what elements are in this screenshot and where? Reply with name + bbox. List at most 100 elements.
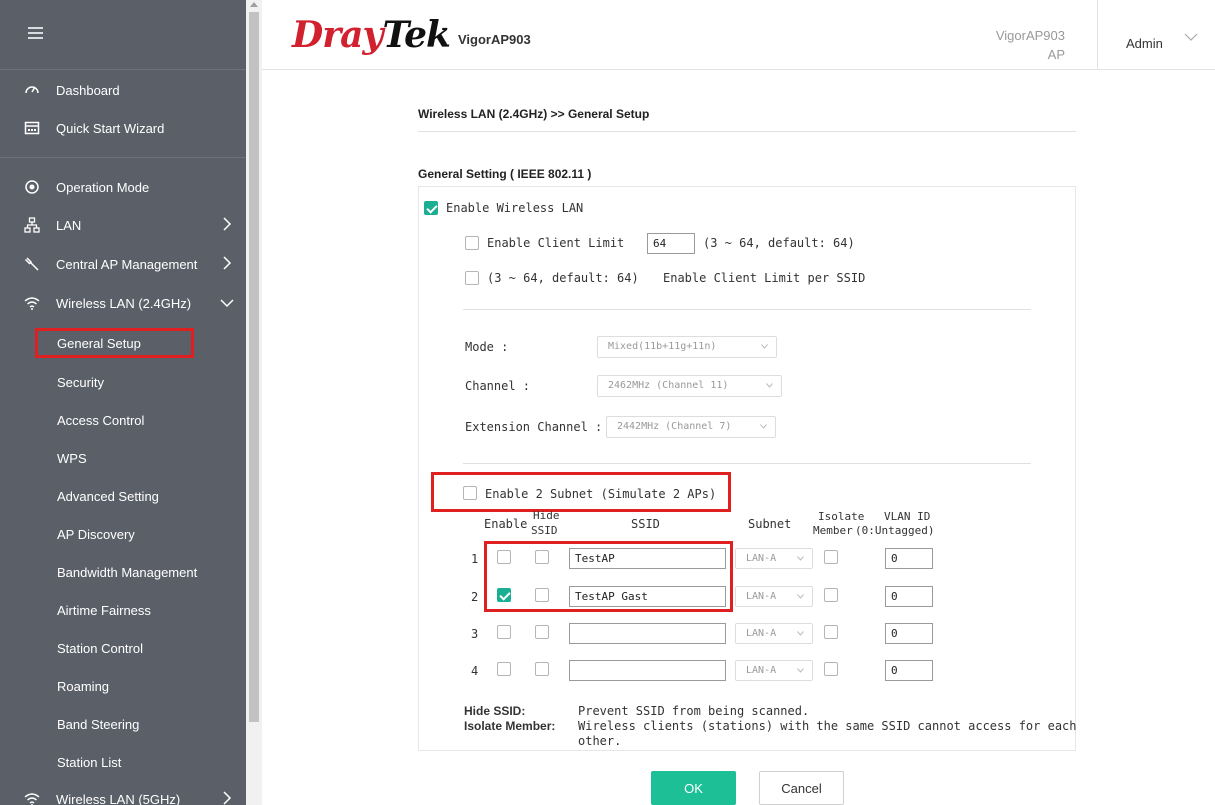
scroll-up-arrow-icon[interactable]: [250, 2, 258, 7]
chevron-down-icon: [797, 594, 804, 599]
row-vlan-input[interactable]: 0: [885, 623, 933, 644]
sidebar: Dashboard Quick Start Wizard Operation M…: [0, 0, 246, 805]
row-number: 1: [471, 552, 479, 566]
cancel-button[interactable]: Cancel: [759, 771, 844, 805]
chevron-down-icon: [220, 299, 234, 308]
sidebar-item-label: Operation Mode: [56, 179, 150, 195]
chevron-right-icon: [223, 217, 232, 231]
sidebar-item-label: Wireless LAN (5GHz): [56, 791, 181, 805]
highlight-ssid-rows: [484, 541, 733, 612]
sidebar-item-label: Wireless LAN (2.4GHz): [56, 295, 192, 311]
user-menu[interactable]: Admin: [1126, 36, 1163, 51]
sidebar-item-operation-mode[interactable]: Operation Mode: [0, 172, 246, 202]
sidebar-sub-airtime-fairness[interactable]: Airtime Fairness: [57, 598, 151, 622]
ok-button[interactable]: OK: [651, 771, 736, 805]
row-subnet-select[interactable]: LAN-A: [735, 548, 813, 569]
enable-client-limit-label: Enable Client Limit: [487, 236, 625, 250]
gauge-icon: [24, 82, 40, 98]
col-ssid-header: SSID: [631, 517, 660, 531]
highlight-general-setup: [35, 328, 194, 358]
row-ssid-input[interactable]: [569, 660, 726, 681]
sidebar-sub-roaming[interactable]: Roaming: [57, 674, 109, 698]
chevron-right-icon: [223, 256, 232, 270]
sidebar-item-central-ap-management[interactable]: Central AP Management: [0, 249, 246, 279]
sidebar-item-label: Central AP Management: [56, 256, 198, 272]
enable-client-limit-checkbox[interactable]: [465, 236, 479, 250]
chevron-down-icon: [761, 344, 768, 349]
row-enable-checkbox[interactable]: [497, 662, 511, 676]
col-vlan-header-line1: VLAN ID: [884, 510, 931, 523]
row-isolate-checkbox[interactable]: [824, 662, 838, 676]
note-isolate-text-line2: other.: [578, 734, 622, 748]
chevron-right-icon: [223, 791, 232, 805]
sidebar-sub-advanced-setting[interactable]: Advanced Setting: [57, 484, 159, 508]
channel-select[interactable]: 2462MHz (Channel 11): [597, 375, 782, 397]
row-isolate-checkbox[interactable]: [824, 550, 838, 564]
hamburger-icon[interactable]: [28, 27, 43, 40]
section-title: General Setting ( IEEE 802.11 ): [418, 167, 592, 181]
sidebar-item-wireless-lan-5[interactable]: Wireless LAN (5GHz): [0, 784, 246, 805]
per-ssid-label: Enable Client Limit per SSID: [663, 271, 866, 285]
extension-channel-select[interactable]: 2442MHz (Channel 7): [606, 416, 776, 438]
note-isolate-label: Isolate Member:: [464, 719, 556, 733]
row-vlan-input[interactable]: 0: [885, 548, 933, 569]
highlight-enable-2-subnet: [431, 472, 731, 512]
model-title: VigorAP903: [458, 32, 531, 47]
col-isolate-header-line1: Isolate: [818, 510, 865, 523]
row-isolate-checkbox[interactable]: [824, 588, 838, 602]
chevron-down-icon[interactable]: [1184, 32, 1198, 42]
row-subnet-select[interactable]: LAN-A: [735, 623, 813, 644]
divider: [463, 309, 1031, 310]
chevron-down-icon: [766, 383, 773, 388]
sidebar-item-label: LAN: [56, 217, 82, 233]
note-hide-ssid-label: Hide SSID:: [464, 704, 526, 718]
sidebar-scroll-thumb[interactable]: [249, 12, 259, 722]
divider: [463, 463, 1031, 464]
row-hide-ssid-checkbox[interactable]: [535, 662, 549, 676]
sidebar-sub-wps[interactable]: WPS: [57, 446, 87, 470]
chevron-down-icon: [797, 668, 804, 673]
mode-label: Mode :: [465, 340, 509, 354]
sidebar-item-label: Dashboard: [56, 82, 120, 98]
sidebar-sub-station-list[interactable]: Station List: [57, 750, 121, 774]
sidebar-sub-ap-discovery[interactable]: AP Discovery: [57, 522, 135, 546]
row-vlan-input[interactable]: 0: [885, 660, 933, 681]
wifi-icon: [24, 295, 40, 311]
sidebar-item-wireless-lan-24[interactable]: Wireless LAN (2.4GHz): [0, 288, 246, 318]
sidebar-divider: [0, 157, 246, 158]
row-subnet-select[interactable]: LAN-A: [735, 586, 813, 607]
sidebar-sub-access-control[interactable]: Access Control: [57, 408, 144, 432]
wizard-icon: [24, 120, 40, 136]
row-ssid-input[interactable]: [569, 623, 726, 644]
col-hide-ssid-header-line1: Hide: [533, 509, 560, 522]
channel-label: Channel :: [465, 379, 531, 393]
client-limit-per-ssid-checkbox[interactable]: [465, 271, 479, 285]
sidebar-item-dashboard[interactable]: Dashboard: [0, 75, 246, 105]
col-isolate-header-line2: Member: [813, 524, 853, 537]
mode-select[interactable]: Mixed(11b+11g+11n): [597, 336, 777, 358]
enable-wireless-lan-checkbox[interactable]: [424, 201, 438, 215]
row-number: 3: [471, 627, 479, 641]
client-limit-hint: (3 ~ 64, default: 64): [703, 236, 855, 250]
chevron-down-icon: [797, 556, 804, 561]
sidebar-sub-station-control[interactable]: Station Control: [57, 636, 143, 660]
row-isolate-checkbox[interactable]: [824, 625, 838, 639]
sidebar-sub-security[interactable]: Security: [57, 370, 104, 394]
enable-wireless-lan-label: Enable Wireless LAN: [446, 201, 584, 215]
top-header: DrayTek VigorAP903 VigorAP903 AP Admin: [262, 0, 1215, 70]
note-isolate-text-line1: Wireless clients (stations) with the sam…: [578, 719, 1077, 733]
network-icon: [24, 217, 40, 233]
row-subnet-select[interactable]: LAN-A: [735, 660, 813, 681]
sidebar-item-lan[interactable]: LAN: [0, 210, 246, 240]
per-ssid-hint: (3 ~ 64, default: 64): [487, 271, 639, 285]
row-hide-ssid-checkbox[interactable]: [535, 625, 549, 639]
col-vlan-header-line2: (0:Untagged): [855, 524, 935, 537]
sidebar-item-quick-start-wizard[interactable]: Quick Start Wizard: [0, 113, 246, 143]
wrench-icon: [24, 256, 40, 272]
row-vlan-input[interactable]: 0: [885, 586, 933, 607]
client-limit-input[interactable]: 64: [647, 233, 695, 254]
sidebar-sub-band-steering[interactable]: Band Steering: [57, 712, 139, 736]
col-enable-header: Enable: [484, 517, 528, 531]
row-enable-checkbox[interactable]: [497, 625, 511, 639]
sidebar-sub-bandwidth-management[interactable]: Bandwidth Management: [57, 560, 197, 584]
